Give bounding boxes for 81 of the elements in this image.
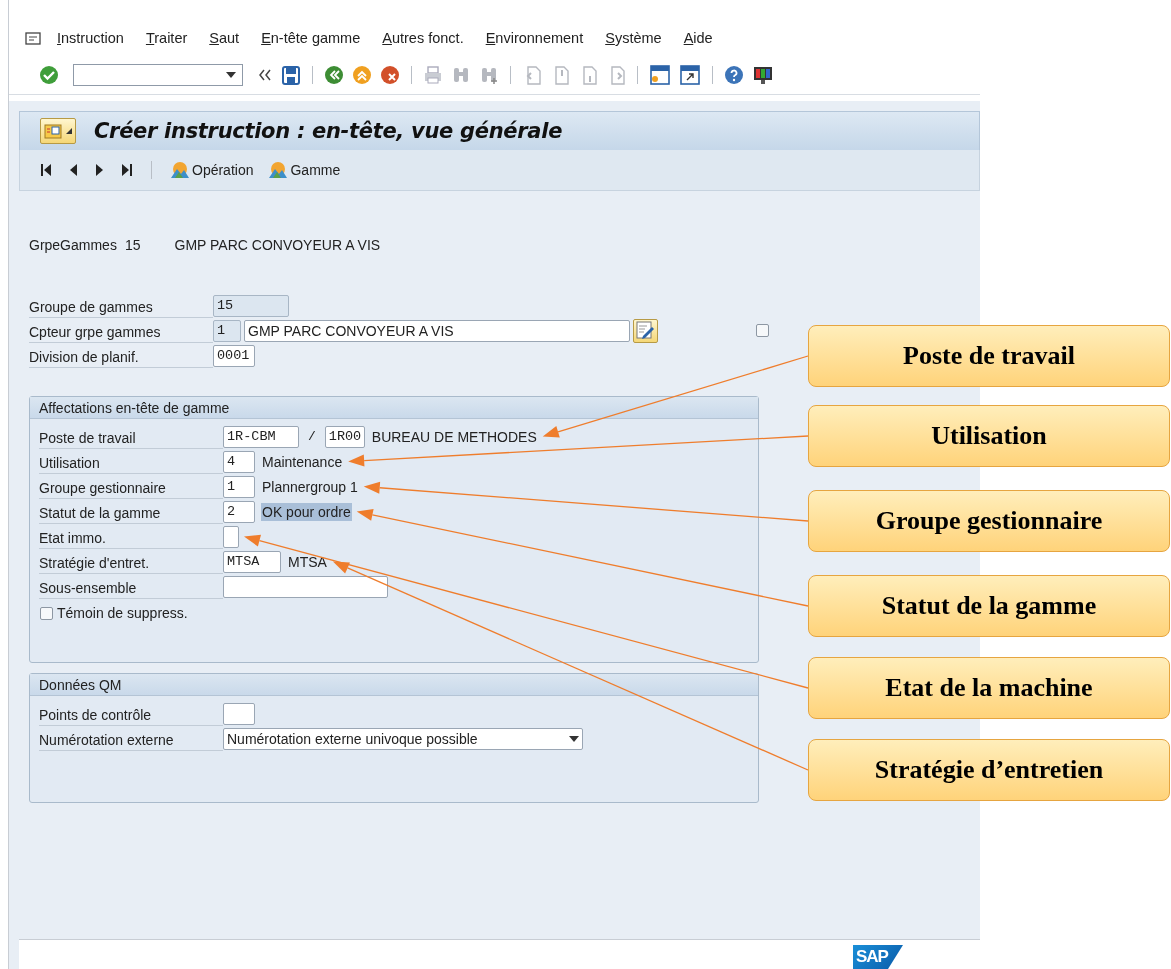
toolbar-button[interactable]: Opération [170, 161, 254, 179]
edit-button[interactable] [633, 318, 658, 343]
input-field[interactable]: 15 [213, 294, 289, 317]
input-field[interactable]: GMP PARC CONVOYEUR A VIS [244, 319, 630, 342]
screen-menu-icon [44, 122, 62, 140]
field-description: Plannergroup 1 [261, 477, 359, 496]
field-label: Stratégie d'entret. [39, 549, 223, 574]
header-label: GrpeGammes [29, 237, 117, 253]
input-field[interactable] [223, 575, 388, 598]
input-field[interactable]: MTSA [223, 550, 281, 573]
menu-button[interactable] [40, 118, 76, 144]
input-field[interactable]: 0001 [213, 344, 255, 367]
pencil-icon [636, 321, 655, 340]
input-field[interactable] [223, 702, 255, 725]
menu-item[interactable]: Traiter [145, 30, 188, 46]
input-field[interactable] [223, 525, 239, 548]
caret-icon [226, 72, 236, 78]
print-icon[interactable] [423, 65, 443, 85]
field-label: Etat immo. [39, 524, 223, 549]
menu-item[interactable]: Aide [683, 30, 713, 46]
checkbox-label: Témoin de suppress. [57, 605, 188, 621]
callout-label: Stratégie d’entretien [808, 739, 1170, 801]
dropdown[interactable]: Numérotation externe univoque possible [223, 727, 583, 750]
menu-item[interactable]: Instruction [57, 30, 124, 46]
group-title: Données QM [30, 674, 758, 696]
field-description: BUREAU DE METHODES [370, 427, 538, 446]
field-label: Groupe gestionnaire [39, 474, 223, 499]
menu-item[interactable]: Environnement [485, 30, 584, 46]
callout-label: Poste de travail [808, 325, 1170, 387]
field-label: Sous-ensemble [39, 574, 223, 599]
callout-label: Groupe gestionnaire [808, 490, 1170, 552]
menu-item[interactable]: En-tête gamme [261, 30, 361, 46]
group-title: Affectations en-tête de gamme [30, 397, 758, 419]
checkbox[interactable] [756, 324, 769, 337]
input-field[interactable]: 1R-CBM [223, 425, 299, 448]
nav-arrow-icon[interactable] [121, 163, 133, 177]
sap-logo: SAP [853, 945, 903, 969]
input-field[interactable]: 4 [223, 450, 255, 473]
help-icon[interactable] [724, 65, 744, 85]
field-label: Groupe de gammes [29, 293, 213, 318]
input-field[interactable]: 1 [213, 319, 241, 342]
header-value: GMP PARC CONVOYEUR A VIS [174, 237, 381, 253]
menu-item[interactable]: Système [605, 30, 662, 46]
shortcut-icon[interactable] [679, 64, 701, 86]
separator-text: / [308, 429, 316, 444]
field-label: Division de planif. [29, 343, 213, 368]
callout-label: Etat de la machine [808, 657, 1170, 719]
screen-title: Créer instruction : en-tête, vue générale [94, 119, 563, 143]
field-label: Utilisation [39, 449, 223, 474]
header-value: 15 [124, 237, 141, 253]
input-field[interactable]: 2 [223, 500, 255, 523]
input-field[interactable]: 1 [223, 475, 255, 498]
menu-icon[interactable] [25, 30, 41, 46]
monitor-icon[interactable] [752, 65, 774, 85]
checkbox[interactable] [40, 606, 53, 620]
menu-item[interactable]: Autres fonct. [382, 30, 464, 46]
save-icon[interactable] [281, 64, 301, 86]
field-label: Points de contrôle [39, 701, 223, 726]
nav-arrow-icon[interactable] [40, 163, 52, 177]
enter-icon[interactable] [39, 65, 59, 85]
field-label: Numérotation externe [39, 726, 223, 751]
exit-icon[interactable] [352, 65, 372, 85]
caret-icon [569, 735, 579, 742]
command-field[interactable] [73, 64, 243, 86]
field-description: OK pour ordre [261, 502, 352, 521]
cancel-icon[interactable] [380, 65, 400, 85]
menu-item[interactable]: Saut [209, 30, 240, 46]
new-window-icon[interactable] [649, 64, 671, 86]
callout-label: Utilisation [808, 405, 1170, 467]
toolbar-button[interactable]: Gamme [268, 161, 341, 179]
field-label: Statut de la gamme [39, 499, 223, 524]
field-description: Maintenance [261, 452, 344, 471]
field-label: Poste de travail [39, 424, 223, 449]
caret-icon [66, 128, 72, 134]
input-field[interactable]: 1R00 [324, 425, 365, 448]
field-description: MTSA [287, 552, 328, 571]
mountain-icon [170, 161, 190, 179]
callout-label: Statut de la gamme [808, 575, 1170, 637]
back-icon[interactable] [324, 65, 344, 85]
field-label: Cpteur grpe gammes [29, 318, 213, 343]
mountain-icon [268, 161, 289, 179]
